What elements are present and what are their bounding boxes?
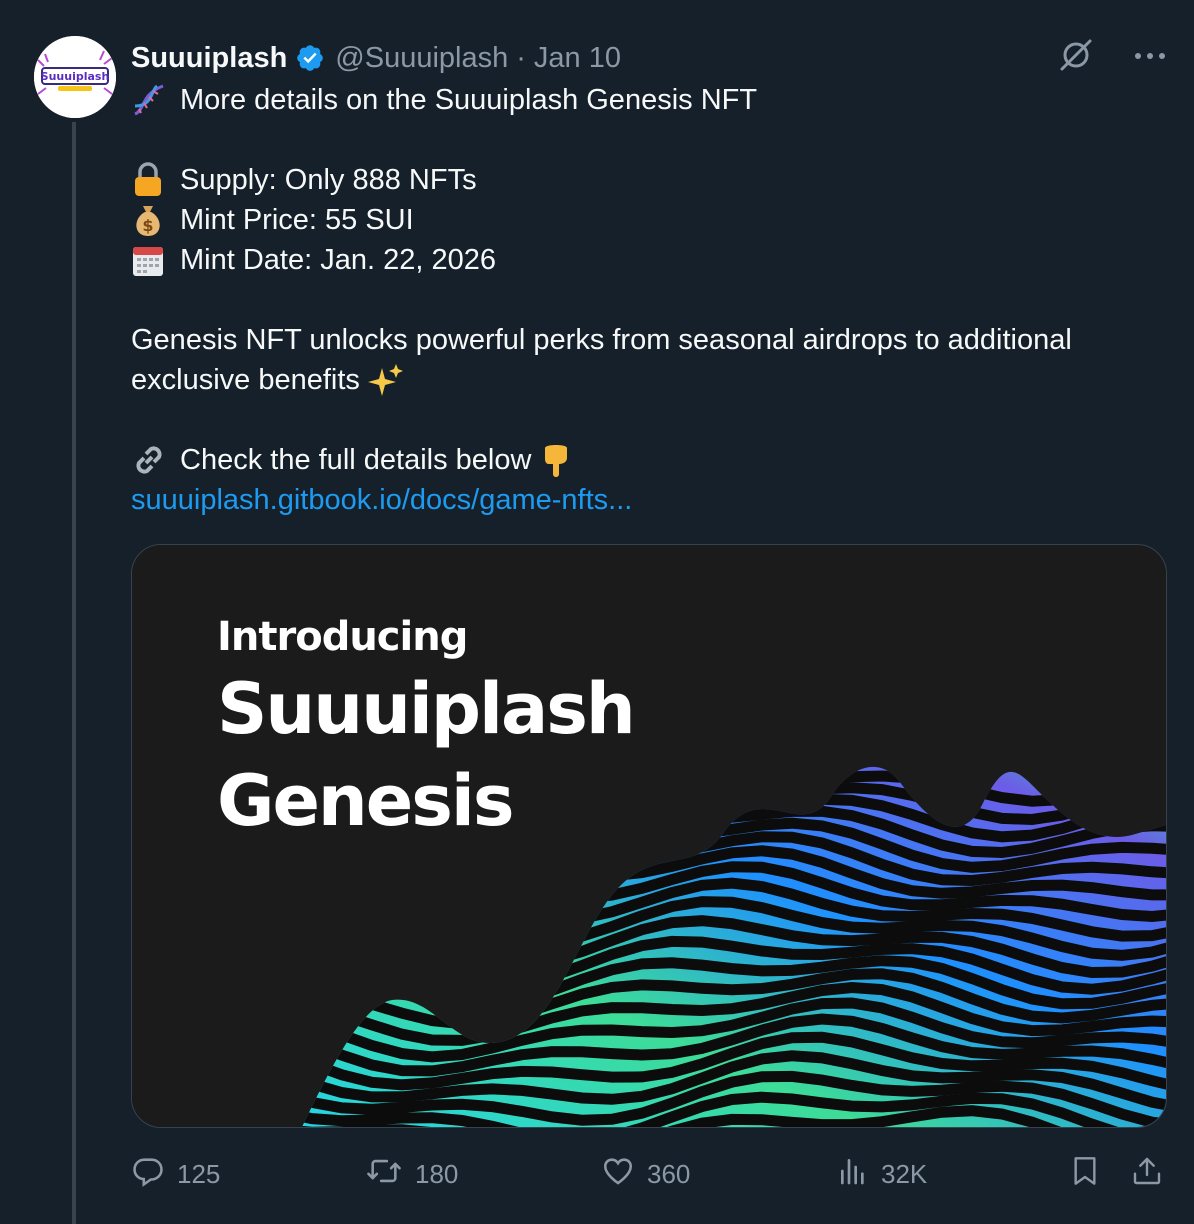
bookmark-icon: [1069, 1154, 1101, 1195]
grok-icon[interactable]: [1056, 35, 1096, 80]
card-title-suuuiplash: Suuuiplash: [217, 668, 636, 750]
media-card[interactable]: Introducing Suuuiplash Genesis: [131, 544, 1167, 1128]
avatar[interactable]: Suuuiplash: [34, 36, 116, 118]
like-count: 360: [647, 1158, 691, 1189]
check-details-text: Check the full details below: [180, 444, 532, 476]
timestamp[interactable]: Jan 10: [534, 42, 621, 75]
like-button[interactable]: 360: [601, 1148, 690, 1200]
tweet-top-actions: [1056, 36, 1166, 78]
views-icon: [837, 1154, 869, 1195]
repost-icon: [365, 1154, 403, 1195]
dna-icon: [131, 80, 169, 120]
display-name[interactable]: Suuuiplash: [131, 42, 287, 75]
like-icon: [601, 1154, 635, 1195]
reply-icon: [131, 1154, 165, 1195]
money-bag-icon: $: [131, 200, 169, 240]
share-button[interactable]: [1131, 1148, 1163, 1200]
perks-text-2: exclusive benefits: [131, 364, 360, 396]
bookmark-button[interactable]: [1069, 1148, 1101, 1200]
tweet-actions-bar: 125 180 360 32K: [131, 1148, 1171, 1200]
svg-text:$: $: [142, 216, 153, 235]
avatar-logo-text: Suuuiplash: [41, 70, 110, 83]
sparkles-icon: [367, 362, 404, 398]
share-icon: [1131, 1154, 1163, 1195]
tweet-line-check: Check the full details below: [131, 440, 1161, 480]
tweet-header: Suuuiplash @Suuuiplash · Jan 10: [131, 38, 621, 78]
handle[interactable]: @Suuuiplash: [335, 42, 508, 75]
verified-badge-icon: [295, 43, 325, 73]
tweet-line-date: Mint Date: Jan. 22, 2026: [131, 240, 1161, 280]
tweet-intro-text: More details on the Suuuiplash Genesis N…: [180, 84, 758, 116]
avatar-logo: Suuuiplash: [34, 36, 116, 118]
views-count: 32K: [881, 1158, 928, 1189]
link-icon: [131, 440, 169, 480]
lock-icon: [131, 160, 169, 200]
perks-text-1: Genesis NFT unlocks powerful perks from …: [131, 324, 1072, 356]
supply-text: Supply: Only 888 NFTs: [180, 164, 477, 196]
views-button[interactable]: 32K: [837, 1148, 927, 1200]
thread-connector-line: [72, 122, 76, 1224]
tweet-line-perks-1: Genesis NFT unlocks powerful perks from …: [131, 320, 1161, 360]
mint-date-text: Mint Date: Jan. 22, 2026: [180, 244, 496, 276]
gitbook-link[interactable]: suuuiplash.gitbook.io/docs/game-nfts...: [131, 480, 632, 520]
tweet-line-link: suuuiplash.gitbook.io/docs/game-nfts...: [131, 480, 1161, 520]
card-title-genesis: Genesis: [217, 760, 515, 842]
tweet-line-perks-2: exclusive benefits: [131, 360, 1161, 400]
tweet-line-price: $ Mint Price: 55 SUI: [131, 200, 1161, 240]
pointing-down-icon: [539, 442, 573, 478]
card-headline: Introducing Suuuiplash Genesis: [217, 611, 636, 847]
repost-count: 180: [415, 1158, 459, 1189]
reply-count: 125: [177, 1158, 221, 1189]
tweet-line-intro: More details on the Suuuiplash Genesis N…: [131, 80, 1161, 120]
tweet-line-supply: Supply: Only 888 NFTs: [131, 160, 1161, 200]
separator: ·: [516, 41, 526, 74]
price-text: Mint Price: 55 SUI: [180, 204, 414, 236]
tweet-text: More details on the Suuuiplash Genesis N…: [131, 80, 1161, 520]
more-icon[interactable]: [1134, 48, 1166, 66]
card-title-introducing: Introducing: [217, 614, 468, 660]
repost-button[interactable]: 180: [365, 1148, 458, 1200]
reply-button[interactable]: 125: [131, 1148, 220, 1200]
calendar-icon: [131, 240, 169, 280]
